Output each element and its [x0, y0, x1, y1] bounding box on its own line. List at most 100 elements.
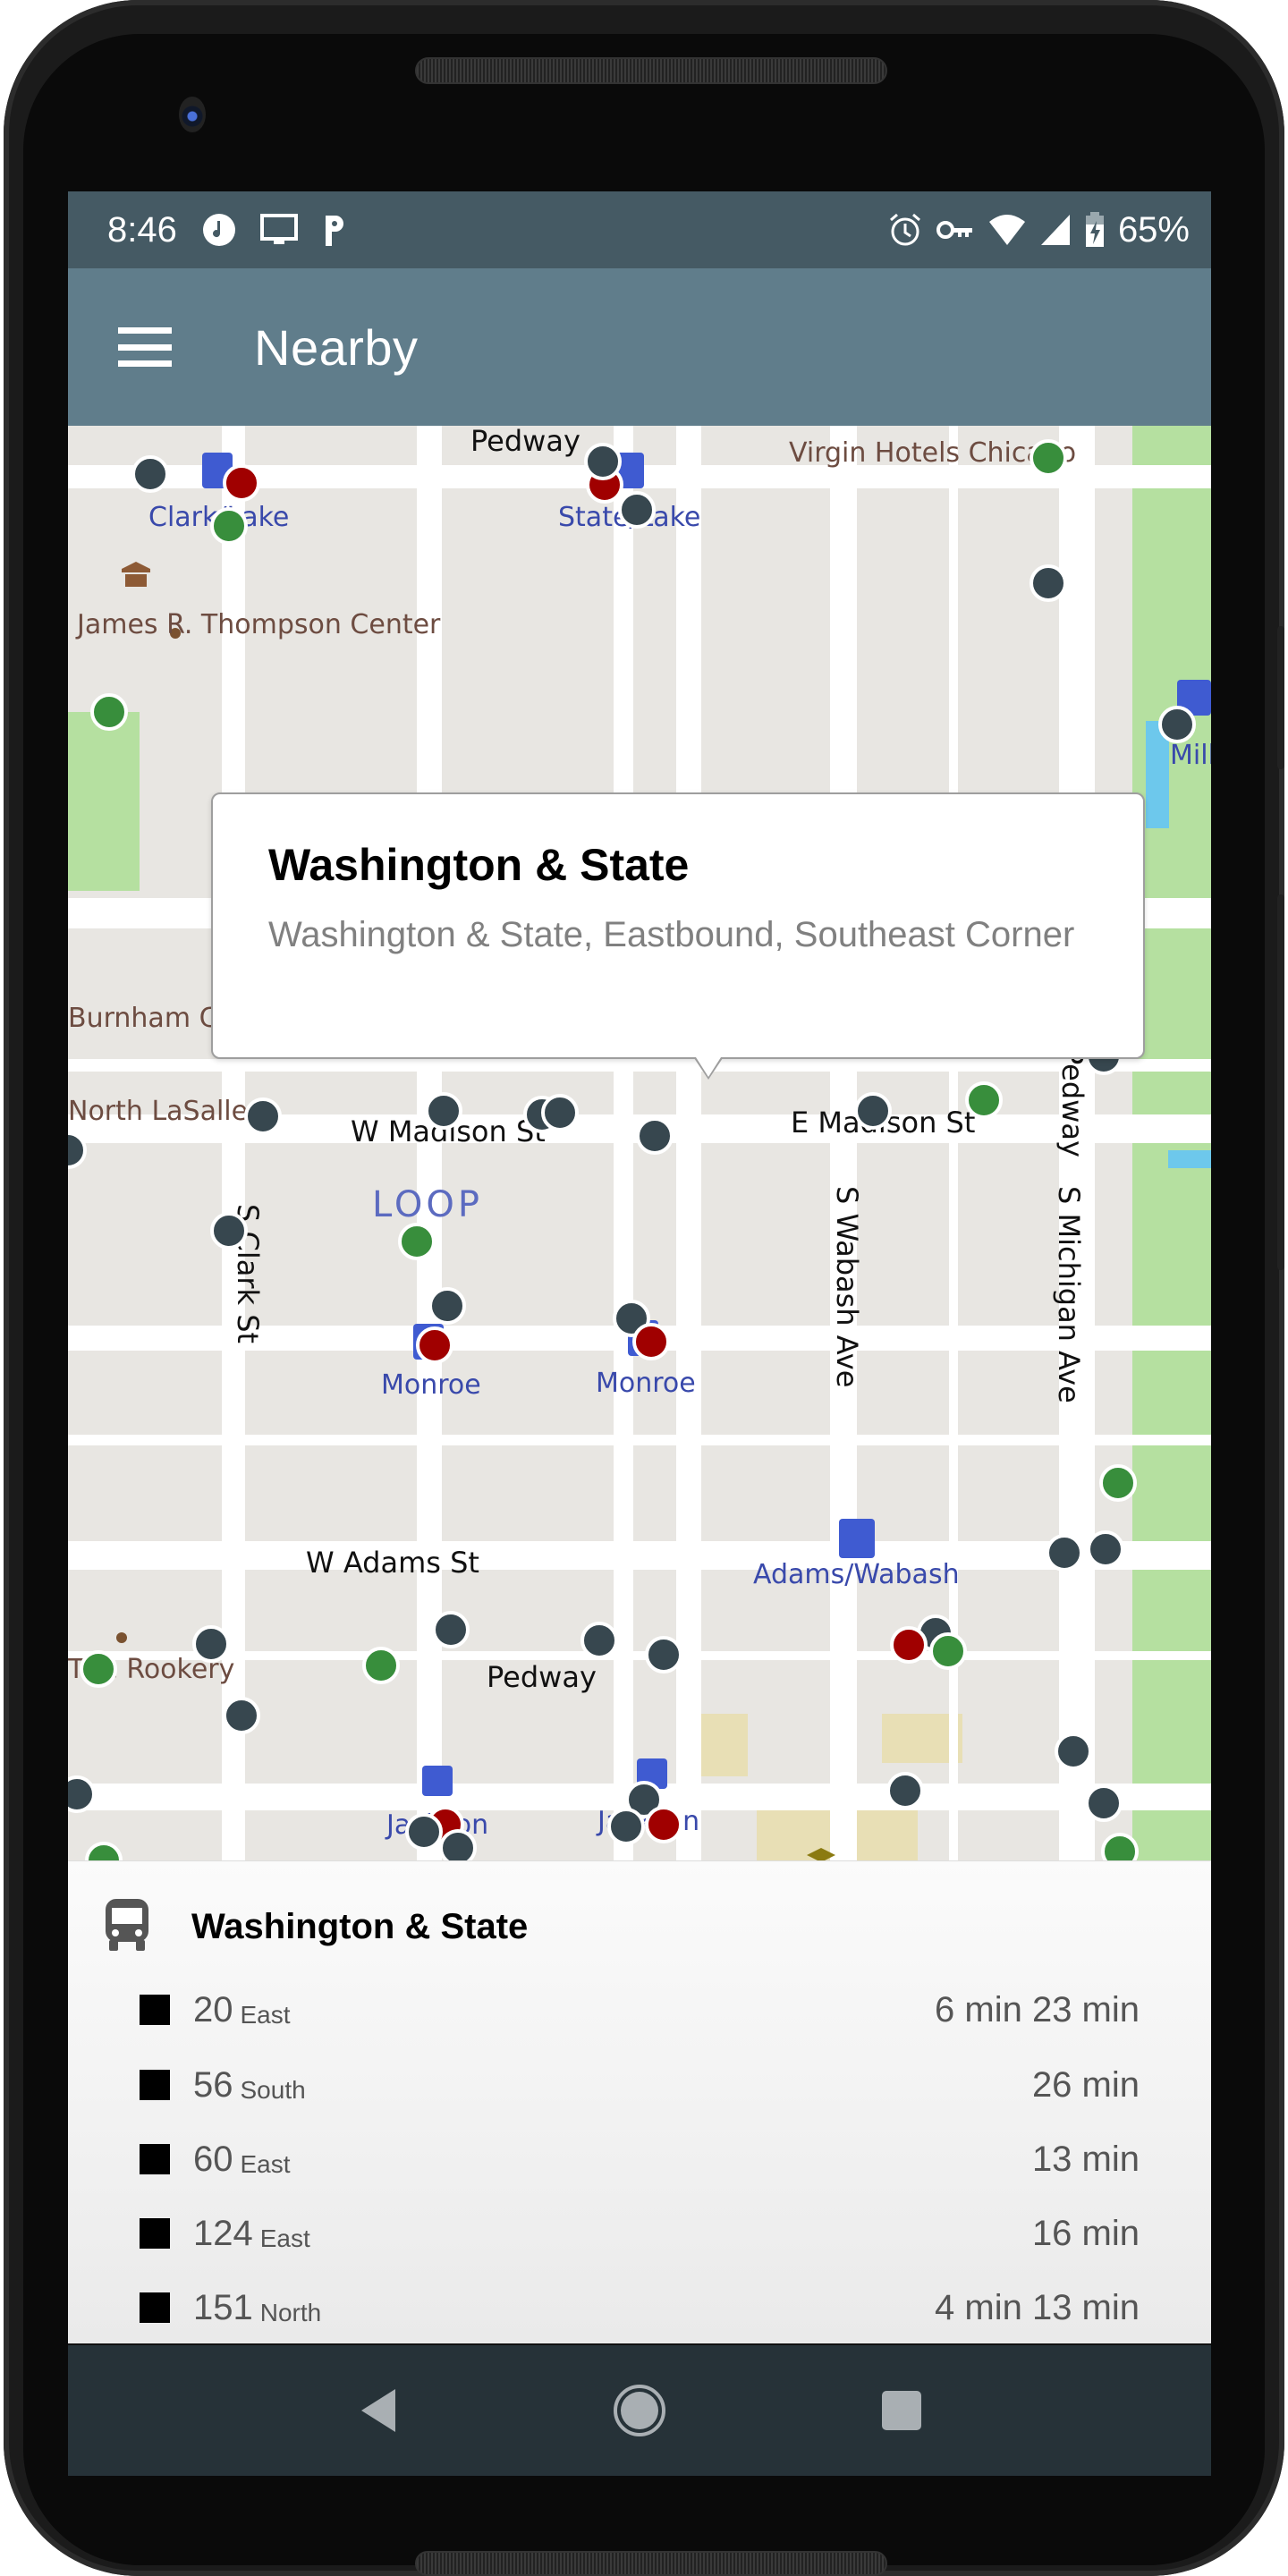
route-row[interactable]: 151 North 4 min 13 min: [68, 2270, 1211, 2345]
bike-station-marker[interactable]: [90, 693, 128, 731]
bike-station-marker[interactable]: [1030, 439, 1067, 477]
route-color-swatch: [140, 2144, 170, 2174]
train-station-marker[interactable]: [416, 1326, 453, 1364]
vpn-key-icon: [936, 216, 975, 243]
back-button[interactable]: [337, 2370, 418, 2451]
power-button: [1277, 626, 1284, 769]
bike-station-marker[interactable]: [965, 1081, 1003, 1119]
cast-screen-icon: [259, 213, 299, 247]
station-icon-jackson-west: [422, 1766, 453, 1796]
route-arrival-times: 4 min 13 min: [935, 2287, 1140, 2327]
route-number: 124: [193, 2213, 253, 2253]
train-station-marker[interactable]: [223, 464, 260, 502]
train-station-marker[interactable]: [632, 1323, 670, 1360]
bus-stop-marker[interactable]: [439, 1829, 477, 1860]
route-row[interactable]: 60 East 13 min: [68, 2122, 1211, 2197]
recents-button[interactable]: [861, 2370, 942, 2451]
bus-stop-marker[interactable]: [854, 1092, 892, 1130]
bike-station-marker[interactable]: [362, 1647, 400, 1684]
popup-title: Washington & State: [268, 840, 690, 890]
route-color-swatch: [140, 2292, 170, 2323]
bus-stop-marker[interactable]: [425, 1092, 462, 1130]
page-title: Nearby: [254, 318, 419, 376]
bus-stop-marker[interactable]: [244, 1097, 282, 1135]
bus-stop-marker[interactable]: [1055, 1733, 1092, 1770]
bus-stop-marker[interactable]: [131, 455, 169, 493]
bus-stop-marker[interactable]: [210, 1212, 248, 1250]
bike-station-marker[interactable]: [1101, 1833, 1139, 1860]
route-row[interactable]: 20 East 6 min 23 min: [68, 1972, 1211, 2047]
map-canvas[interactable]: Pedway Clark/Lake State/Lake Washington …: [68, 426, 1211, 1860]
street-label-s-michigan: S Michigan Ave: [1052, 1186, 1086, 1403]
bus-stop-marker[interactable]: [1085, 1784, 1123, 1822]
bus-stop-marker[interactable]: [580, 1622, 618, 1659]
street-label-pedway-top: Pedway: [470, 426, 580, 458]
bus-stop-marker[interactable]: [1158, 706, 1196, 743]
bus-stop-marker[interactable]: [886, 1772, 924, 1809]
bus-stop-marker[interactable]: [1087, 1530, 1124, 1568]
bus-stop-marker[interactable]: [607, 1808, 645, 1845]
sheet-header: Washington & State: [104, 1897, 528, 1957]
bike-station-marker[interactable]: [85, 1842, 123, 1860]
route-arrival-times: 26 min: [1031, 2064, 1140, 2105]
route-direction: South: [240, 2076, 306, 2104]
train-station-marker[interactable]: [645, 1806, 682, 1843]
status-time: 8:46: [107, 209, 177, 250]
front-camera: [179, 97, 206, 132]
status-icons-right: 65%: [887, 210, 1190, 250]
bus-stop-marker[interactable]: [541, 1094, 579, 1131]
bus-stop-marker[interactable]: [405, 1813, 443, 1851]
bus-stop-marker[interactable]: [1046, 1534, 1083, 1572]
back-icon: [361, 2389, 396, 2432]
bus-stop-marker[interactable]: [192, 1625, 230, 1663]
route-color-swatch: [140, 2070, 170, 2100]
bus-stop-marker[interactable]: [432, 1611, 470, 1648]
museum-icon: [122, 562, 150, 587]
train-station-marker[interactable]: [890, 1626, 928, 1664]
recents-icon: [881, 2391, 921, 2430]
bike-station-marker[interactable]: [398, 1223, 436, 1260]
wifi-icon: [987, 213, 1027, 247]
home-icon: [613, 2385, 665, 2436]
street-label-s-wabash: S Wabash Ave: [830, 1186, 864, 1387]
route-arrival-times: 6 min 23 min: [935, 1989, 1140, 2029]
earpiece-speaker: [415, 57, 887, 84]
route-arrival-times: 16 min: [1031, 2213, 1140, 2253]
route-number: 56: [193, 2064, 233, 2105]
route-direction: East: [240, 2150, 291, 2178]
bus-stop-marker[interactable]: [584, 443, 622, 480]
station-icon-adams-wabash: [839, 1519, 875, 1558]
map-view[interactable]: Pedway Clark/Lake State/Lake Washington …: [68, 426, 1211, 1860]
battery-percentage: 65%: [1117, 209, 1190, 250]
route-direction: East: [259, 2224, 310, 2252]
bike-station-marker[interactable]: [80, 1650, 117, 1688]
bus-stop-marker[interactable]: [618, 491, 656, 529]
route-color-swatch: [140, 1995, 170, 2025]
bus-stop-marker[interactable]: [68, 1775, 96, 1813]
route-direction: North: [259, 2299, 322, 2326]
bus-stop-marker[interactable]: [645, 1636, 682, 1674]
screen: 8:46 65% Nearby Pedway Monroe Monroe Ada…: [68, 191, 1211, 2476]
route-row[interactable]: 124 East 16 min: [68, 2196, 1211, 2271]
street-label-pedway-vertical: Pedway: [1055, 1047, 1089, 1157]
poi-label-north-lasalle: North LaSalle: [68, 1096, 248, 1127]
bike-station-marker[interactable]: [210, 507, 248, 545]
area-label-loop: LOOP: [372, 1184, 483, 1225]
bus-stop-marker[interactable]: [223, 1697, 260, 1734]
stop-info-popup[interactable]: Washington & State Washington & State, E…: [211, 792, 1145, 1080]
bike-station-marker[interactable]: [929, 1632, 967, 1670]
bus-stop-marker[interactable]: [68, 1131, 87, 1169]
bus-icon: [104, 1897, 150, 1957]
bottom-speaker: [415, 2551, 887, 2576]
bus-stop-marker[interactable]: [428, 1287, 466, 1325]
route-row[interactable]: 56 South 26 min: [68, 2047, 1211, 2123]
poi-label-thompson-center: James R. Thompson Center: [75, 609, 441, 640]
bus-stop-marker[interactable]: [1030, 564, 1067, 602]
hamburger-menu-icon[interactable]: [118, 327, 172, 367]
home-button[interactable]: [599, 2370, 680, 2451]
music-app-icon: [202, 213, 236, 247]
route-color-swatch: [140, 2218, 170, 2249]
volume-button: [1277, 894, 1284, 1270]
bike-station-marker[interactable]: [1099, 1464, 1137, 1502]
bus-stop-marker[interactable]: [636, 1117, 674, 1155]
